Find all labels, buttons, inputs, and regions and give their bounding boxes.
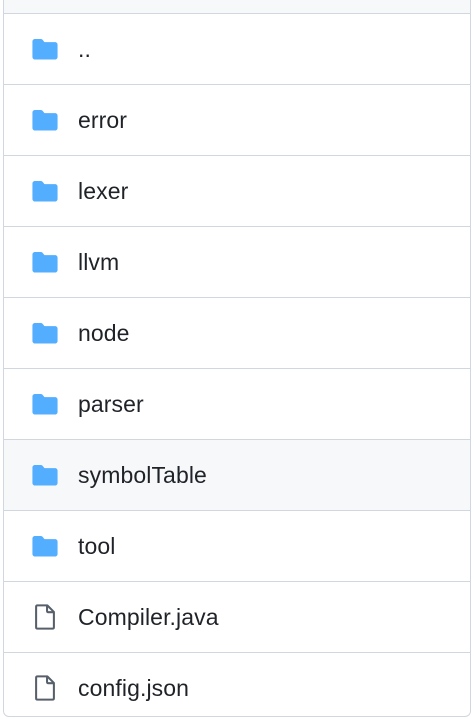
file-row-parent-dir[interactable]: .. [4,14,470,85]
file-row-label[interactable]: symbolTable [78,462,207,489]
folder-icon [32,320,58,346]
folder-icon [32,36,58,62]
file-row-tool[interactable]: tool [4,511,470,582]
file-row-label[interactable]: config.json [78,675,189,702]
file-row-lexer[interactable]: lexer [4,156,470,227]
file-row-llvm[interactable]: llvm [4,227,470,298]
file-row-config-json[interactable]: config.json [4,653,470,716]
file-list-panel: .. error lexer llvm node parser symbolTa… [3,0,471,717]
file-list-header [4,0,470,14]
folder-icon [32,249,58,275]
file-row-label[interactable]: llvm [78,249,119,276]
file-row-label[interactable]: .. [78,36,91,63]
file-row-label[interactable]: Compiler.java [78,604,219,631]
file-row-node[interactable]: node [4,298,470,369]
file-row-compiler-java[interactable]: Compiler.java [4,582,470,653]
file-row-symboltable[interactable]: symbolTable [4,440,470,511]
file-icon [32,604,58,630]
folder-icon [32,533,58,559]
file-row-label[interactable]: parser [78,391,144,418]
file-row-parser[interactable]: parser [4,369,470,440]
file-row-label[interactable]: error [78,107,127,134]
folder-icon [32,178,58,204]
folder-icon [32,107,58,133]
folder-icon [32,462,58,488]
file-row-label[interactable]: lexer [78,178,128,205]
file-row-label[interactable]: node [78,320,130,347]
folder-icon [32,391,58,417]
file-row-error[interactable]: error [4,85,470,156]
file-icon [32,675,58,701]
file-row-label[interactable]: tool [78,533,115,560]
